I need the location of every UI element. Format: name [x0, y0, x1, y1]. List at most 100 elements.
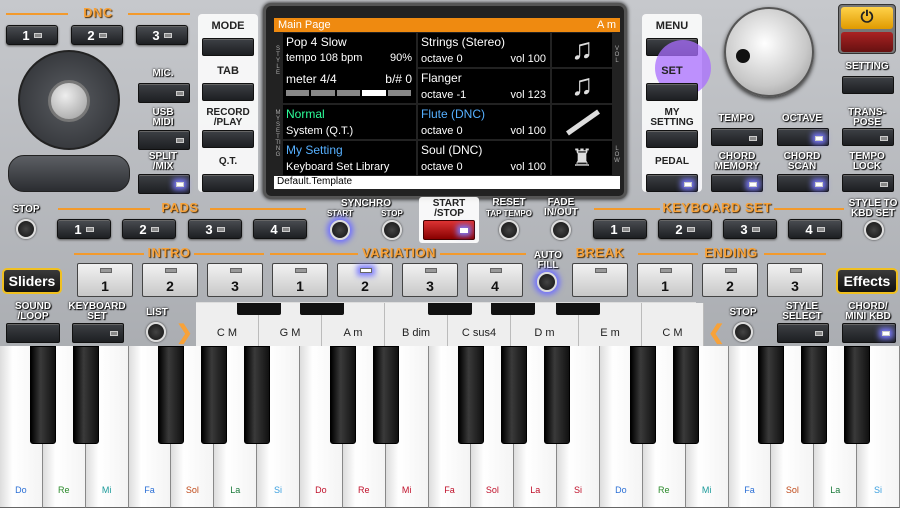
ks-3-button[interactable]: 3 — [723, 219, 777, 239]
style-cell[interactable]: Pop 4 Slow tempo 108 bpm 90% meter 4/4 b… — [283, 33, 416, 103]
chord-sharp-key[interactable] — [428, 303, 472, 315]
system-cell[interactable]: Normal System (Q.T.) — [283, 105, 416, 139]
black-key[interactable] — [201, 346, 228, 444]
black-key[interactable] — [29, 346, 56, 444]
black-key[interactable] — [372, 346, 399, 444]
black-key[interactable] — [672, 346, 699, 444]
style-to-kbd-button[interactable] — [864, 220, 884, 240]
note-icon[interactable]: ♫ — [552, 69, 612, 103]
black-key[interactable] — [501, 346, 528, 444]
part2-cell[interactable]: Flanger octave -1 vol 123 — [418, 69, 550, 103]
pitch-bend-wheel[interactable] — [8, 155, 130, 192]
ending-1-button[interactable]: 1 — [637, 263, 693, 297]
chevron-right-icon[interactable]: ❯ — [176, 320, 193, 345]
intro-3-button[interactable]: 3 — [207, 263, 263, 297]
joystick-pad[interactable] — [18, 50, 120, 150]
reset-button[interactable] — [499, 220, 519, 240]
my-setting-button[interactable] — [646, 130, 698, 148]
part1-cell[interactable]: Strings (Stereo) octave 0 vol 100 — [418, 33, 550, 67]
fade-button[interactable] — [551, 220, 571, 240]
mode-button[interactable] — [202, 38, 254, 56]
break-button[interactable] — [572, 263, 628, 297]
black-key[interactable] — [544, 346, 571, 444]
start-stop-button[interactable] — [423, 220, 475, 240]
dnc-button-2[interactable]: 2 — [71, 25, 123, 45]
synchro-stop-button[interactable] — [382, 220, 402, 240]
tempo-button[interactable] — [711, 128, 763, 146]
transpose-button[interactable] — [842, 128, 894, 146]
pad-2-button[interactable]: 2 — [122, 219, 176, 239]
list-button[interactable] — [146, 322, 166, 342]
chord-memory-button[interactable] — [711, 174, 763, 192]
black-key[interactable] — [158, 346, 185, 444]
octave-button[interactable] — [777, 128, 829, 146]
chord-button[interactable]: C M — [642, 303, 704, 346]
tempo-lock-button[interactable] — [842, 174, 894, 192]
lower-stop-button[interactable] — [733, 322, 753, 342]
black-key[interactable] — [801, 346, 828, 444]
flute-icon[interactable] — [552, 105, 612, 139]
black-key[interactable] — [758, 346, 785, 444]
pad-3-button[interactable]: 3 — [188, 219, 242, 239]
effects-button[interactable]: Effects — [836, 268, 898, 294]
black-key[interactable] — [844, 346, 871, 444]
pads-stop-button[interactable] — [16, 219, 36, 239]
break-label: BREAK — [575, 245, 625, 260]
ks-4-button[interactable]: 4 — [788, 219, 842, 239]
synchro-start-button[interactable] — [330, 220, 350, 240]
tab-button[interactable] — [202, 83, 254, 101]
chord-mini-kbd-button[interactable] — [842, 323, 896, 343]
key-note-label: Re — [658, 485, 670, 495]
variation-4-button[interactable]: 4 — [467, 263, 523, 297]
pad-1-button[interactable]: 1 — [57, 219, 111, 239]
data-dial[interactable] — [724, 7, 814, 97]
setting-button[interactable] — [842, 76, 894, 94]
sound-loop-button[interactable] — [6, 323, 60, 343]
led-icon — [460, 228, 468, 233]
power-button[interactable] — [841, 32, 893, 52]
intro-2-button[interactable]: 2 — [142, 263, 198, 297]
ks-1-button[interactable]: 1 — [593, 219, 647, 239]
keyboard-set-lower-button[interactable] — [72, 323, 124, 343]
style-select-button[interactable] — [777, 323, 829, 343]
ending-3-button[interactable]: 3 — [767, 263, 823, 297]
part3-cell[interactable]: Flute (DNC) octave 0 vol 100 — [418, 105, 550, 139]
pad-4-button[interactable]: 4 — [253, 219, 307, 239]
chord-sharp-key[interactable] — [300, 303, 344, 315]
set-button[interactable] — [646, 83, 698, 101]
ks-2-button[interactable]: 2 — [658, 219, 712, 239]
black-key[interactable] — [329, 346, 356, 444]
usb-midi-button[interactable] — [138, 130, 190, 150]
pedal-button[interactable] — [646, 174, 698, 192]
part4-cell[interactable]: Soul (DNC) octave 0 vol 100 — [418, 141, 550, 175]
dnc-button-1[interactable]: 1 — [6, 25, 58, 45]
auto-fill-button[interactable] — [537, 272, 557, 292]
record-play-button[interactable] — [202, 130, 254, 148]
sliders-button[interactable]: Sliders — [2, 268, 62, 294]
led-icon — [815, 331, 823, 336]
dancer-icon[interactable]: ♜ — [552, 141, 612, 175]
ending-2-button[interactable]: 2 — [702, 263, 758, 297]
mic-button[interactable] — [138, 83, 190, 103]
black-key[interactable] — [244, 346, 271, 444]
mysetting-cell[interactable]: My Setting Keyboard Set Library — [283, 141, 416, 175]
chord-scan-button[interactable] — [777, 174, 829, 192]
split-mix-button[interactable] — [138, 174, 190, 194]
chord-sharp-key[interactable] — [556, 303, 600, 315]
qt-button[interactable] — [202, 174, 254, 192]
power-icon[interactable]: ⏻ — [841, 7, 893, 29]
chord-sharp-key[interactable] — [491, 303, 535, 315]
intro-1-button[interactable]: 1 — [77, 263, 133, 297]
chord-sharp-key[interactable] — [237, 303, 281, 315]
variation-3-button[interactable]: 3 — [402, 263, 458, 297]
main-display: Main Page A m STYLE MY SETTING VOL LOW P… — [263, 3, 627, 199]
variation-2-button[interactable]: 2 — [337, 263, 393, 297]
dnc-button-3[interactable]: 3 — [136, 25, 188, 45]
joystick-knob[interactable] — [48, 80, 90, 122]
black-key[interactable] — [458, 346, 485, 444]
chevron-left-icon[interactable]: ❮ — [708, 320, 725, 345]
variation-1-button[interactable]: 1 — [272, 263, 328, 297]
black-key[interactable] — [629, 346, 656, 444]
black-key[interactable] — [72, 346, 99, 444]
note-icon[interactable]: ♫ — [552, 33, 612, 67]
